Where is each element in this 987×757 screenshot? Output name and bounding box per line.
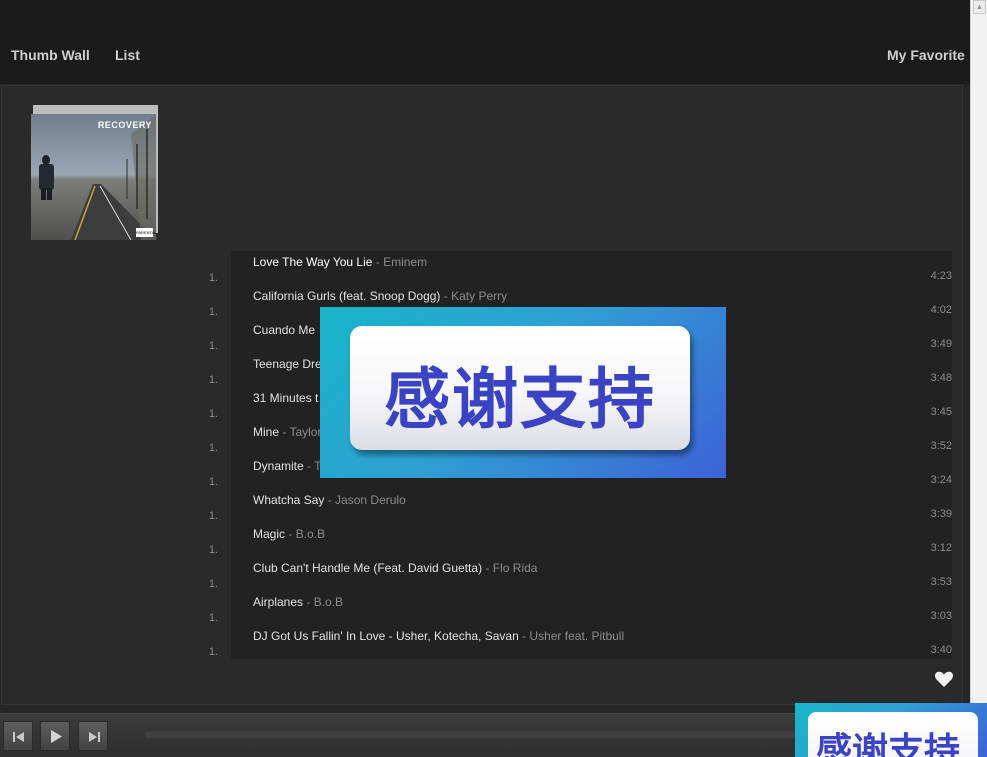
track-row[interactable]: Dynamite - T xyxy=(253,459,321,473)
track-number: 1. xyxy=(208,544,218,556)
track-artist: Flo Rida xyxy=(492,561,538,575)
ad-corner-panel: 感谢支持 xyxy=(808,712,978,757)
track-duration: 3:53 xyxy=(930,576,952,588)
track-row[interactable]: Cuando Me xyxy=(253,323,315,337)
track-row[interactable]: California Gurls (feat. Snoop Dogg) - Ka… xyxy=(253,289,507,303)
nav-list[interactable]: List xyxy=(115,47,140,63)
track-duration: 4:02 xyxy=(930,304,952,316)
track-title: Airplanes xyxy=(253,595,304,609)
track-number: 1. xyxy=(208,578,218,590)
track-title: Love The Way You Lie xyxy=(253,255,373,269)
track-title: Cuando Me xyxy=(253,323,316,337)
track-number: 1. xyxy=(208,374,218,386)
top-nav-bar: Thumb Wall List My Favorites xyxy=(0,0,970,84)
track-duration: 3:03 xyxy=(930,610,952,622)
parental-advisory-label: PARENTAL ADVISORY xyxy=(136,228,156,240)
music-player-app: Thumb Wall List My Favorites ▲ RECOVERY … xyxy=(0,0,987,757)
track-row[interactable]: Airplanes - B.o.B xyxy=(253,595,343,609)
track-duration: 3:49 xyxy=(930,338,952,350)
track-title: California Gurls (feat. Snoop Dogg) xyxy=(253,289,441,303)
track-title: DJ Got Us Fallin' In Love - Usher, Kotec… xyxy=(253,629,519,643)
track-artist: Katy Perry xyxy=(451,289,508,303)
next-track-icon xyxy=(89,732,100,742)
ad-corner-text: 感谢支持 xyxy=(816,731,961,757)
track-title: Whatcha Say xyxy=(253,493,325,507)
track-duration: 4:23 xyxy=(930,270,952,282)
ad-banner-panel: 感谢支持 xyxy=(350,326,690,450)
heart-icon xyxy=(934,671,954,687)
track-title: Club Can't Handle Me (Feat. David Guetta… xyxy=(253,561,483,575)
play-button[interactable] xyxy=(40,721,70,751)
track-title: Teenage Dre xyxy=(253,357,322,371)
track-row[interactable]: 31 Minutes t xyxy=(253,391,318,405)
track-duration: 3:52 xyxy=(930,440,952,452)
track-row[interactable]: Love The Way You Lie - Eminem xyxy=(253,255,427,269)
track-number: 1. xyxy=(208,510,218,522)
track-duration: 3:40 xyxy=(930,644,952,656)
album-logo-text: RECOVERY xyxy=(97,120,152,130)
track-number: 1. xyxy=(208,272,218,284)
ad-banner[interactable]: 感谢支持 xyxy=(320,307,726,478)
track-separator: - xyxy=(303,459,315,473)
track-artist: Eminem xyxy=(383,255,428,269)
track-artist: Taylor xyxy=(289,425,322,439)
track-artist: B.o.B xyxy=(295,527,326,541)
track-title: Dynamite xyxy=(253,459,304,473)
track-duration: 3:39 xyxy=(930,508,952,520)
track-row[interactable]: Teenage Dre xyxy=(253,357,322,371)
track-row[interactable]: Club Can't Handle Me (Feat. David Guetta… xyxy=(253,561,537,575)
track-title: Mine xyxy=(253,425,280,439)
scroll-up-arrow-icon[interactable]: ▲ xyxy=(973,0,986,14)
track-separator: - xyxy=(303,595,314,609)
track-number: 1. xyxy=(208,340,218,352)
track-row[interactable]: Magic - B.o.B xyxy=(253,527,325,541)
track-number: 1. xyxy=(208,306,218,318)
track-number: 1. xyxy=(208,408,218,420)
track-separator: - xyxy=(324,493,336,507)
ad-banner-text: 感谢支持 xyxy=(384,361,656,438)
track-row[interactable]: DJ Got Us Fallin' In Love - Usher, Kotec… xyxy=(253,629,624,643)
track-duration: 3:45 xyxy=(930,406,952,418)
track-separator: - xyxy=(279,425,290,439)
track-separator: - xyxy=(518,629,530,643)
track-separator: - xyxy=(372,255,384,269)
next-track-button[interactable] xyxy=(78,721,108,751)
track-artist: Usher feat. Pitbull xyxy=(529,629,625,643)
track-title: 31 Minutes t xyxy=(253,391,319,405)
track-row[interactable]: Whatcha Say - Jason Derulo xyxy=(253,493,406,507)
track-title: Magic xyxy=(253,527,286,541)
play-icon xyxy=(51,730,62,743)
favorite-heart-button[interactable] xyxy=(934,669,954,689)
track-duration: 3:12 xyxy=(930,542,952,554)
track-artist: Jason Derulo xyxy=(335,493,406,507)
album-cover-art xyxy=(39,114,156,240)
nav-thumb-wall[interactable]: Thumb Wall xyxy=(11,47,90,63)
track-duration: 3:48 xyxy=(930,372,952,384)
ad-corner-banner[interactable]: 感谢支持 xyxy=(795,703,987,757)
track-number: 1. xyxy=(208,442,218,454)
track-number: 1. xyxy=(208,476,218,488)
previous-track-button[interactable] xyxy=(3,721,33,751)
previous-track-icon xyxy=(13,732,24,742)
album-cover[interactable]: RECOVERY PARENTAL ADVISORY xyxy=(31,114,156,240)
nav-my-favorites[interactable]: My Favorites xyxy=(887,47,965,63)
track-row[interactable]: Mine - Taylor xyxy=(253,425,321,439)
track-separator: - xyxy=(285,527,296,541)
track-separator: - xyxy=(440,289,452,303)
track-separator: - xyxy=(482,561,493,575)
vertical-scrollbar[interactable]: ▲ xyxy=(970,0,987,757)
track-number: 1. xyxy=(208,612,218,624)
track-artist: B.o.B xyxy=(313,595,344,609)
progress-bar[interactable] xyxy=(145,731,795,738)
track-duration: 3:24 xyxy=(930,474,952,486)
track-number: 1. xyxy=(208,646,218,658)
